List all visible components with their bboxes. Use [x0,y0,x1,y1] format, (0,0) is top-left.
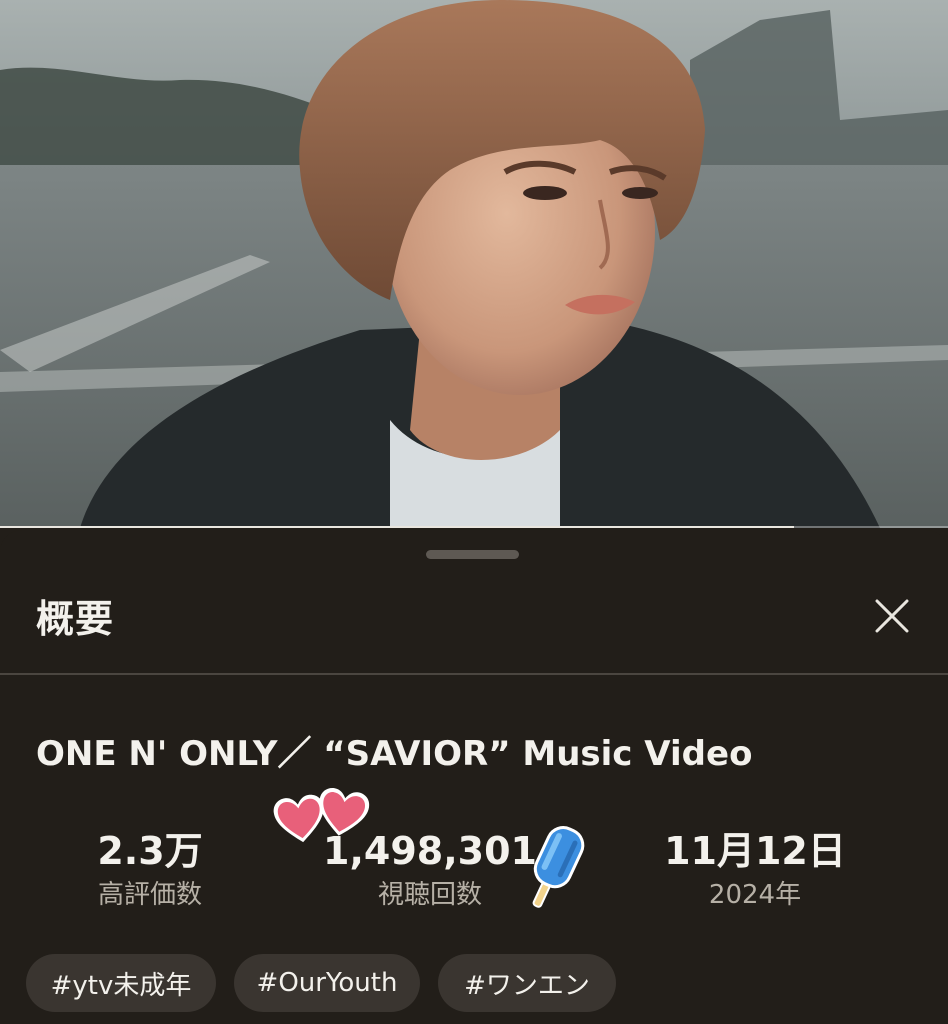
progress-fill [0,526,795,528]
likes-label: 高評価数 [97,880,202,910]
views-stat: 1,498,301 視聴回数 [300,828,560,912]
progress-bar[interactable] [0,526,948,528]
likes-count: 2.3万 [97,829,203,873]
video-frame [0,0,948,528]
hashtag-chip[interactable]: #ワンエン [438,954,616,1012]
hashtag-chip[interactable]: #ytv未成年 [26,954,216,1012]
divider [0,673,948,675]
views-count: 1,498,301 [323,829,537,873]
upload-date: 11月12日 [664,829,846,873]
description-sheet: 概要 ONE N' ONLY／ “SAVIOR” Music Video 2.3… [0,530,948,1024]
video-player[interactable] [0,0,948,528]
upload-year: 2024年 [708,880,802,910]
close-button[interactable] [868,592,916,640]
sheet-title: 概要 [36,597,115,641]
views-label: 視聴回数 [377,880,482,910]
video-title: ONE N' ONLY／ “SAVIOR” Music Video [36,734,753,774]
hashtag-chip[interactable]: #OurYouth [234,954,420,1012]
drag-handle[interactable] [426,550,519,559]
upload-date-stat: 11月12日 2024年 [640,828,870,912]
likes-stat: 2.3万 高評価数 [60,828,240,912]
close-icon [875,599,909,633]
